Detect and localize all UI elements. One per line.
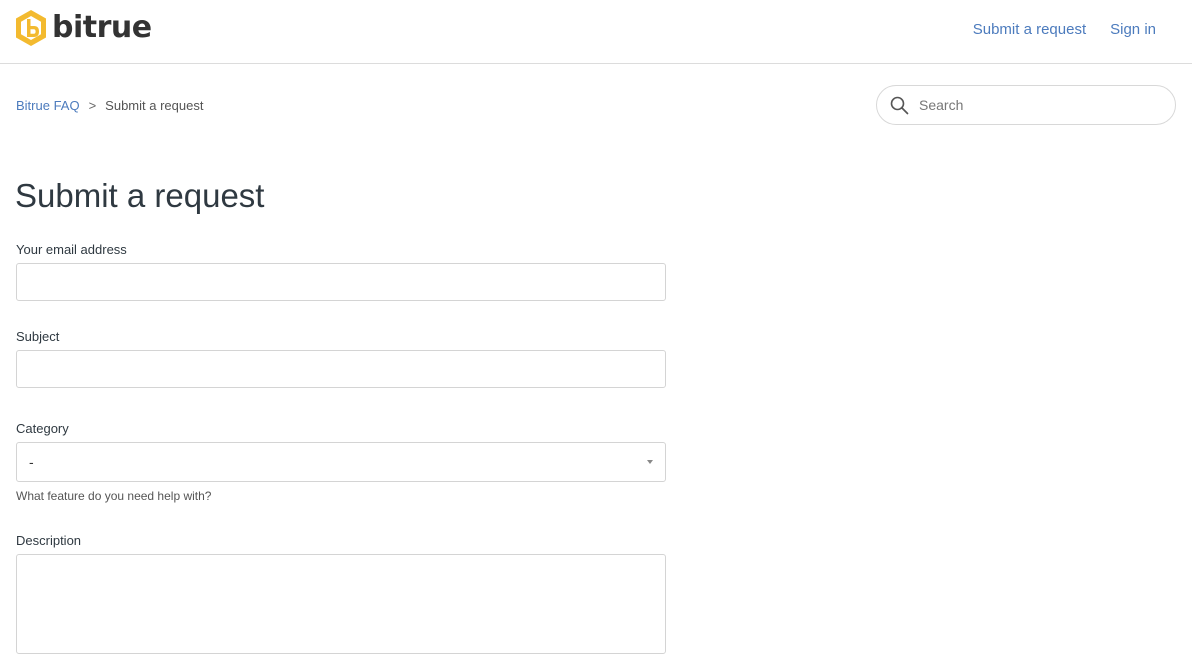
logo-wordmark: bitrue — [52, 10, 152, 45]
email-label: Your email address — [16, 242, 127, 257]
category-label: Category — [16, 421, 69, 436]
category-selected-value: - — [29, 454, 34, 470]
header-nav: Submit a request Sign in — [973, 20, 1156, 40]
breadcrumb-bitrue-faq[interactable]: Bitrue FAQ — [16, 98, 80, 114]
subject-field[interactable] — [16, 350, 666, 388]
search-box[interactable] — [876, 85, 1176, 125]
site-header: bitrue Submit a request Sign in — [0, 0, 1192, 64]
search-input[interactable] — [917, 96, 1161, 114]
description-label: Description — [16, 533, 82, 548]
search-icon — [890, 96, 909, 114]
bitrue-logo[interactable]: bitrue — [14, 8, 152, 48]
category-hint: What feature do you need help with? — [16, 489, 212, 503]
breadcrumb: Bitrue FAQ > Submit a request — [16, 98, 203, 114]
breadcrumb-separator: > — [88, 98, 97, 113]
submit-request-link[interactable]: Submit a request — [973, 20, 1086, 40]
category-select[interactable]: - — [16, 442, 666, 482]
page-title: Submit a request — [15, 177, 265, 214]
subject-label: Subject — [16, 329, 60, 344]
breadcrumb-current: Submit a request — [105, 98, 204, 113]
chevron-down-icon — [647, 460, 653, 464]
description-field[interactable] — [16, 554, 666, 654]
sign-in-link[interactable]: Sign in — [1110, 20, 1156, 40]
bitrue-logo-icon — [16, 10, 46, 46]
email-field[interactable] — [16, 263, 666, 301]
